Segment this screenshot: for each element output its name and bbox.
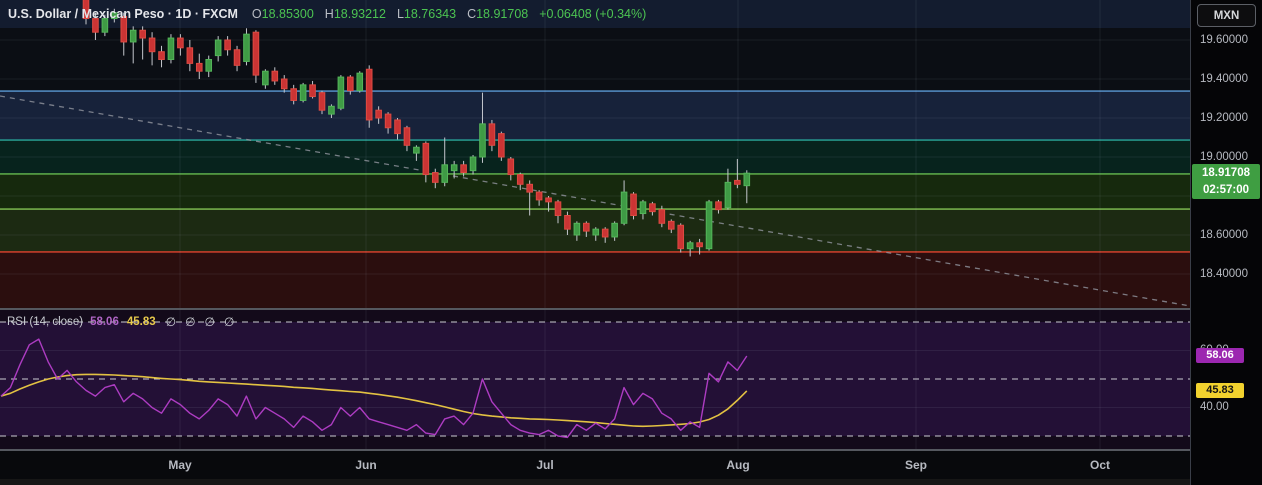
candle-body bbox=[167, 37, 175, 60]
price-axis-label: 18.60000 bbox=[1200, 228, 1248, 241]
candle-body bbox=[148, 37, 156, 53]
bottom-strip bbox=[0, 479, 1262, 485]
last-price: 18.91708 bbox=[1202, 167, 1250, 180]
candle-body bbox=[195, 62, 203, 72]
candle-body bbox=[243, 33, 250, 62]
candle-body bbox=[158, 51, 165, 61]
rsi-axis-label: 40.00 bbox=[1200, 401, 1229, 413]
candle-body bbox=[516, 174, 524, 185]
candle-body bbox=[431, 172, 439, 183]
sr-band bbox=[0, 251, 1190, 308]
chart-canvas[interactable] bbox=[0, 0, 1262, 485]
candle-body bbox=[214, 39, 222, 57]
candle-body bbox=[573, 222, 581, 236]
candle-body bbox=[705, 201, 713, 250]
time-axis-label: May bbox=[168, 458, 192, 472]
price-axis-label: 19.60000 bbox=[1200, 33, 1248, 46]
candle-body bbox=[139, 29, 146, 39]
candle-body bbox=[384, 113, 392, 129]
candle-body bbox=[403, 127, 411, 146]
candle-body bbox=[724, 181, 732, 209]
candle-body bbox=[601, 228, 609, 238]
time-axis-label: Sep bbox=[904, 458, 928, 472]
candle-body bbox=[498, 133, 505, 158]
sr-band bbox=[0, 91, 1190, 141]
candle-body bbox=[667, 220, 675, 230]
candle-body bbox=[450, 164, 458, 172]
bar-countdown: 02:57:00 bbox=[1202, 183, 1250, 196]
price-axis-label: 19.00000 bbox=[1200, 150, 1248, 163]
candle-body bbox=[129, 29, 137, 43]
candle-body bbox=[318, 92, 326, 111]
candle-body bbox=[347, 76, 354, 92]
candle-body bbox=[696, 242, 703, 248]
candle-body bbox=[299, 84, 307, 101]
time-axis-label: Jun bbox=[355, 458, 377, 472]
sr-band bbox=[0, 173, 1190, 210]
candle-body bbox=[186, 47, 194, 64]
candle-body bbox=[743, 172, 751, 187]
candle-body bbox=[252, 31, 260, 76]
candle-body bbox=[583, 222, 590, 232]
candle-body bbox=[564, 215, 571, 230]
candle-body bbox=[677, 224, 685, 250]
price-scale[interactable]: MXN 19.6000019.4000019.2000019.0000018.8… bbox=[1190, 0, 1262, 485]
candle-body bbox=[658, 209, 666, 224]
candle-body bbox=[233, 49, 241, 66]
candle-body bbox=[488, 123, 496, 146]
candle-body bbox=[290, 88, 297, 101]
time-axis-label: Oct bbox=[1089, 458, 1111, 472]
legend-bar-bg bbox=[0, 0, 1190, 28]
candle-body bbox=[734, 179, 741, 185]
candle-body bbox=[639, 201, 647, 215]
candle-body bbox=[177, 37, 184, 49]
candle-body bbox=[356, 72, 364, 92]
candle-body bbox=[111, 12, 118, 20]
candle-body bbox=[620, 191, 628, 224]
candle-body bbox=[224, 39, 231, 51]
candle-body bbox=[82, 0, 90, 20]
time-axis-label: Jul bbox=[536, 458, 554, 472]
candle-body bbox=[479, 123, 486, 158]
candle-body bbox=[441, 164, 449, 183]
candle-body bbox=[686, 242, 694, 250]
candle-body bbox=[280, 78, 288, 90]
rsi-value-badge: 58.06 bbox=[1196, 348, 1244, 364]
candle-body bbox=[271, 70, 279, 82]
price-axis-label: 19.20000 bbox=[1200, 111, 1248, 124]
candle-body bbox=[715, 201, 722, 211]
price-axis-label: 19.40000 bbox=[1200, 72, 1248, 85]
price-axis-label: 18.40000 bbox=[1200, 267, 1248, 280]
candle-body bbox=[337, 76, 345, 109]
candle-body bbox=[649, 203, 656, 213]
candle-body bbox=[394, 119, 401, 135]
candle-body bbox=[101, 18, 109, 33]
candle-body bbox=[592, 228, 600, 236]
candle-body bbox=[460, 164, 467, 174]
candle-body bbox=[120, 16, 128, 43]
rsi-value-badge: 45.83 bbox=[1196, 382, 1244, 398]
time-axis-label: Aug bbox=[726, 458, 750, 472]
candle-body bbox=[309, 84, 316, 98]
last-price-badge: 18.91708 02:57:00 bbox=[1192, 164, 1260, 200]
candle-body bbox=[630, 193, 637, 217]
candle-body bbox=[413, 146, 420, 154]
candle-body bbox=[375, 109, 382, 119]
candle-body bbox=[469, 156, 477, 172]
candle-body bbox=[262, 70, 269, 86]
candle-body bbox=[535, 191, 543, 201]
candle-body bbox=[205, 59, 213, 72]
candle-body bbox=[545, 197, 552, 203]
candle-body bbox=[92, 18, 99, 33]
candle-body bbox=[507, 158, 515, 176]
candle-body bbox=[611, 222, 618, 238]
trading-chart-window: U.S. Dollar / Mexican Peso · 1D · FXCM O… bbox=[0, 0, 1262, 485]
currency-toggle-button[interactable]: MXN bbox=[1197, 4, 1256, 27]
candle-body bbox=[328, 105, 335, 115]
candle-body bbox=[554, 201, 562, 217]
candle-body bbox=[526, 183, 533, 193]
candle-body bbox=[422, 142, 430, 176]
candle-body bbox=[365, 68, 373, 121]
